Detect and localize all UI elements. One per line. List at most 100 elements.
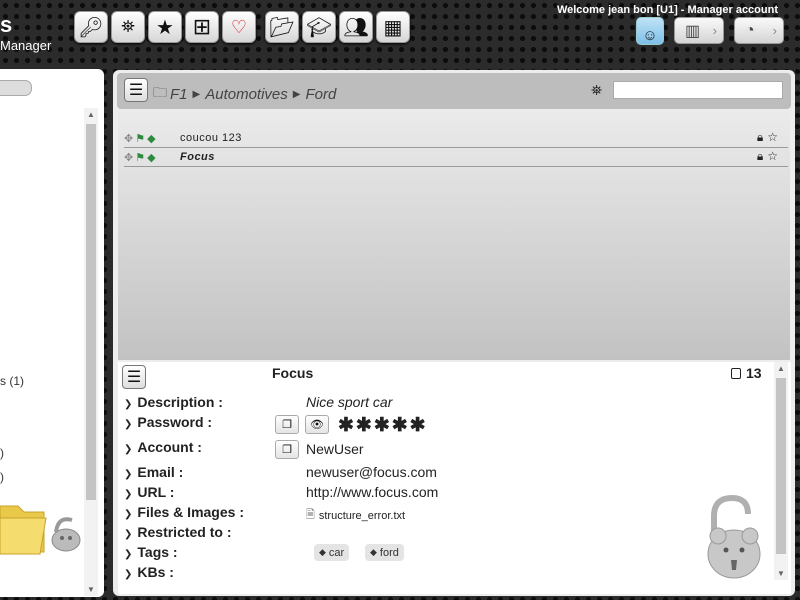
tag-pill[interactable]: ◆ ford: [365, 544, 404, 561]
scroll-thumb[interactable]: [776, 378, 786, 554]
scroll-down-arrow[interactable]: ▼: [84, 585, 98, 594]
scroll-thumb[interactable]: [86, 124, 96, 500]
copy-password-button[interactable]: ❐: [275, 415, 299, 434]
items-button[interactable]: ▦: [376, 11, 410, 43]
list-item[interactable]: ✥ ⚑ ◆ coucou 123 🔒︎ ☆: [124, 129, 788, 148]
account-value: NewUser: [306, 441, 364, 457]
signpost-button[interactable]: ⊞: [185, 11, 219, 43]
chevron-right-icon: ❯: [124, 444, 133, 455]
tree-item-label: s: [0, 374, 6, 388]
password-label[interactable]: ❯ Password :: [124, 414, 212, 430]
breadcrumb-item[interactable]: Automotives: [205, 86, 288, 103]
tree-scrollbar[interactable]: ▲ ▼: [84, 108, 98, 596]
search-button[interactable]: ⛯: [111, 11, 145, 43]
tree-item-label: ): [0, 446, 4, 460]
breadcrumb-item[interactable]: F1: [170, 86, 188, 103]
favorites-button[interactable]: ★: [148, 11, 182, 43]
tag-pill[interactable]: ◆ car: [314, 544, 350, 561]
email-value[interactable]: newuser@focus.com: [306, 464, 437, 480]
dashboard-button[interactable]: ◔ ›: [734, 17, 784, 44]
items-menu-button[interactable]: ☰: [124, 78, 148, 102]
chevron-right-icon: ❯: [124, 569, 133, 580]
users-icon: 👥︎: [343, 16, 369, 39]
description-label[interactable]: ❯ Description :: [124, 394, 223, 410]
chevron-right-icon: ❯: [124, 469, 133, 480]
knowledge-button[interactable]: 🎓︎: [302, 11, 336, 43]
scroll-up-arrow[interactable]: ▲: [774, 364, 788, 373]
breadcrumb-item[interactable]: Ford: [305, 86, 336, 103]
binoculars-icon: ⛯: [121, 17, 135, 36]
star-outline-icon[interactable]: ☆: [767, 130, 778, 145]
chevron-right-icon: ❯: [124, 509, 133, 520]
folder-lock-image: [0, 505, 81, 555]
breadcrumb: 🗀︎ F1 ▶ Automotives ▶ Ford: [153, 82, 336, 106]
copy-icon: ❐: [282, 419, 292, 431]
avatar[interactable]: ☺: [636, 17, 664, 45]
folder-icon: 🗀︎: [153, 84, 167, 100]
tag-text: car: [328, 546, 345, 559]
lock-icon: 🔒︎: [756, 130, 764, 144]
scroll-down-arrow[interactable]: ▼: [774, 569, 788, 578]
cubes-icon: ▦: [383, 16, 403, 39]
file-name: structure_error.txt: [318, 509, 406, 522]
move-icon[interactable]: ✥: [124, 151, 133, 164]
kbs-label[interactable]: ❯ KBs :: [124, 564, 174, 580]
move-icon[interactable]: ✥: [124, 132, 133, 145]
binoculars-icon: ⛯: [591, 82, 603, 98]
show-password-button[interactable]: 👁︎: [305, 415, 329, 434]
chevron-right-icon: ❯: [124, 419, 133, 430]
tag-icon: ◆: [370, 547, 377, 557]
restricted-label[interactable]: ❯ Restricted to :: [124, 524, 232, 540]
copy-icon: ❐: [282, 444, 292, 456]
description-value: Nice sport car: [306, 394, 393, 410]
tag-text: ford: [379, 546, 399, 559]
key-button[interactable]: 🔑︎: [74, 11, 108, 43]
folder-open-icon: 📂︎: [269, 16, 295, 39]
files-label[interactable]: ❯ Files & Images :: [124, 504, 244, 520]
item-label[interactable]: coucou 123: [180, 132, 242, 144]
map-button[interactable]: ▥ ›: [674, 17, 724, 44]
items-search-input[interactable]: [613, 81, 783, 99]
tree-item[interactable]: ): [0, 470, 4, 484]
map-icon: ▥: [685, 22, 701, 40]
detail-scrollbar[interactable]: ▲ ▼: [774, 362, 788, 580]
menu-icon: ☰: [128, 82, 144, 99]
account-label[interactable]: ❯ Account :: [124, 439, 202, 455]
app-name: s: [0, 12, 13, 37]
chevron-right-icon: ❯: [124, 399, 133, 410]
detail-title: Focus: [272, 365, 314, 381]
menu-icon: ☰: [126, 369, 142, 386]
app-subtitle: Manager: [0, 38, 52, 53]
item-actions: 🔒︎ ☆: [757, 149, 778, 164]
lightbulb-icon: ♡: [230, 16, 248, 37]
file-icon: 🗎︎: [306, 509, 315, 521]
count-value: 13: [746, 365, 762, 381]
welcome-text: Welcome jean bon [U1] - Manager account: [556, 4, 778, 16]
star-icon: ★: [156, 16, 174, 39]
tree-item-count: (1): [9, 374, 25, 388]
square-icon: [731, 367, 741, 379]
tree-item[interactable]: ): [0, 446, 4, 460]
scroll-up-arrow[interactable]: ▲: [84, 110, 98, 119]
item-label[interactable]: Focus: [180, 151, 215, 163]
tree-item[interactable]: s (1): [0, 374, 24, 388]
tree-search-input[interactable]: [0, 80, 32, 96]
copy-account-button[interactable]: ❐: [275, 440, 299, 459]
password-value: ✱✱✱✱✱: [338, 415, 428, 436]
detail-menu-button[interactable]: ☰: [122, 365, 146, 389]
url-label[interactable]: ❯ URL :: [124, 484, 174, 500]
tag-icon: ◆: [319, 547, 326, 557]
url-value[interactable]: http://www.focus.com: [306, 484, 438, 500]
item-icons: ✥ ⚑ ◆: [124, 132, 180, 145]
list-item[interactable]: ✥ ⚑ ◆ Focus 🔒︎ ☆: [124, 148, 788, 167]
tree-item-label: ): [0, 470, 4, 484]
idea-button[interactable]: ♡: [222, 11, 256, 43]
folders-button[interactable]: 📂︎: [265, 11, 299, 43]
file-attachment[interactable]: 🗎︎ structure_error.txt: [306, 506, 405, 525]
detail-count: 13: [731, 365, 762, 381]
email-label[interactable]: ❯ Email :: [124, 464, 183, 480]
users-button[interactable]: 👥︎: [339, 11, 373, 43]
chevron-right-icon: ›: [772, 23, 777, 38]
tags-label[interactable]: ❯ Tags :: [124, 544, 178, 560]
star-outline-icon[interactable]: ☆: [767, 149, 778, 164]
